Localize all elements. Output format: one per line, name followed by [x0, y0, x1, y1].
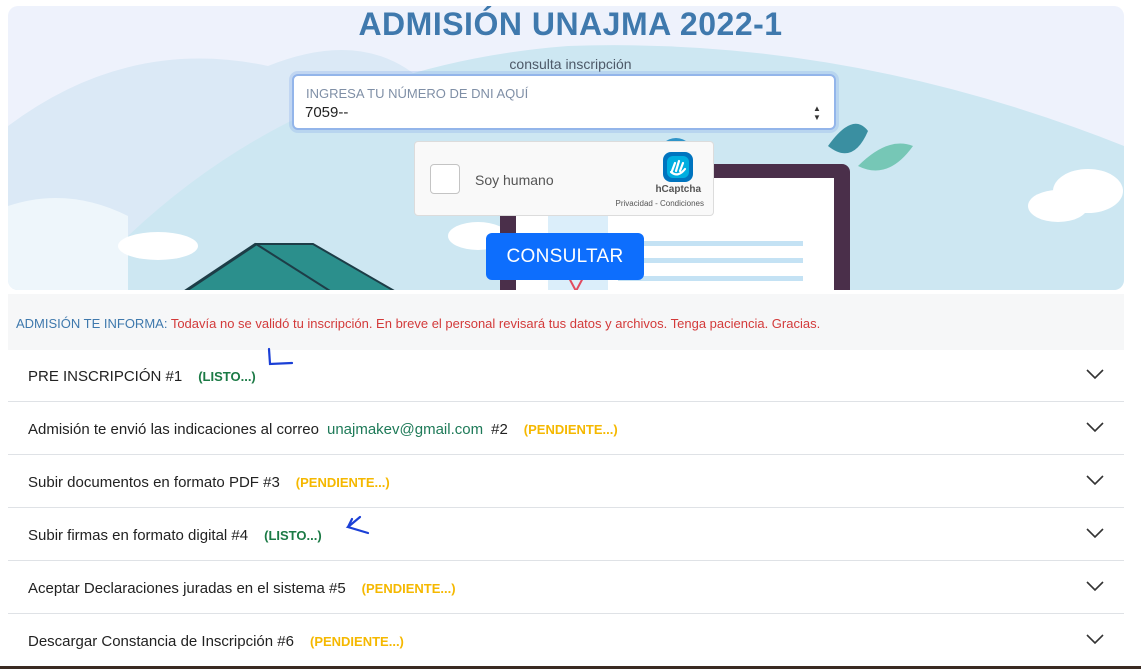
step-label: Descargar Constancia de Inscripción #6 (… [28, 615, 404, 667]
page-title: ADMISIÓN UNAJMA 2022-1 [358, 6, 783, 42]
step-title: Descargar Constancia de Inscripción #6 [28, 632, 294, 650]
chevron-down-icon[interactable] [1086, 368, 1104, 380]
email-link[interactable]: unajmakev@gmail.com [327, 421, 483, 438]
step-item-2[interactable]: Admisión te envió las indicaciones al co… [8, 403, 1124, 455]
step-title: Admisión te envió las indicaciones al co… [28, 420, 319, 438]
captcha-brand: hCaptcha [655, 184, 701, 195]
status-badge: (LISTO...) [264, 527, 322, 543]
step-item-3[interactable]: Subir documentos en formato PDF #3 (PEND… [8, 456, 1124, 508]
arrow-annotation-icon [345, 515, 370, 535]
chevron-down-icon[interactable] [1086, 421, 1104, 433]
captcha-terms-link[interactable]: Condiciones [660, 199, 704, 208]
chevron-down-icon[interactable] [1086, 633, 1104, 645]
info-message: Todavía no se validó tu inscripción. En … [170, 316, 821, 331]
step-item-5[interactable]: Aceptar Declaraciones juradas en el sist… [8, 562, 1124, 614]
captcha-link-separator: - [652, 199, 660, 208]
hcaptcha-logo-icon [663, 152, 693, 182]
chevron-down-icon[interactable] [1086, 580, 1104, 592]
info-bar: ADMISIÓN TE INFORMA: Todavía no se valid… [8, 294, 1124, 350]
dni-field-label: INGRESA TU NÚMERO DE DNI AQUÍ [306, 86, 529, 101]
chevron-down-icon[interactable] [1086, 474, 1104, 486]
status-badge: (LISTO...) [198, 368, 256, 384]
dni-input[interactable] [305, 104, 785, 121]
captcha-label: Soy humano [475, 172, 554, 188]
step-number: #2 [491, 420, 508, 438]
step-item-1[interactable]: PRE INSCRIPCIÓN #1 (LISTO...) [8, 350, 1124, 402]
consultar-button[interactable]: CONSULTAR [486, 233, 644, 280]
step-label: Subir documentos en formato PDF #3 (PEND… [28, 456, 390, 508]
spinner-down-icon[interactable]: ▼ [812, 113, 822, 122]
status-badge: (PENDIENTE...) [295, 474, 390, 490]
captcha-widget: Soy humano hCaptcha Privacidad - Condici… [414, 141, 714, 216]
captcha-links: Privacidad - Condiciones [616, 199, 705, 208]
chevron-down-icon[interactable] [1086, 527, 1104, 539]
step-label: Subir firmas en formato digital #4 (LIST… [28, 509, 322, 561]
spinner-up-icon[interactable]: ▲ [812, 104, 822, 113]
status-badge: (PENDIENTE...) [523, 421, 618, 437]
step-title: PRE INSCRIPCIÓN #1 [28, 367, 183, 385]
step-label: Admisión te envió las indicaciones al co… [28, 403, 618, 455]
captcha-checkbox[interactable] [430, 164, 460, 194]
arrow-annotation-icon [267, 347, 294, 366]
step-title: Subir documentos en formato PDF #3 [28, 473, 280, 491]
step-item-6[interactable]: Descargar Constancia de Inscripción #6 (… [8, 615, 1124, 667]
step-title: Subir firmas en formato digital #4 [28, 526, 249, 544]
page-subtitle: consulta inscripción [509, 56, 632, 72]
info-label: ADMISIÓN TE INFORMA: [16, 316, 168, 331]
step-item-4[interactable]: Subir firmas en formato digital #4 (LIST… [8, 509, 1124, 561]
status-badge: (PENDIENTE...) [361, 580, 456, 596]
step-label: Aceptar Declaraciones juradas en el sist… [28, 562, 456, 614]
info-text: ADMISIÓN TE INFORMA: Todavía no se valid… [16, 316, 820, 331]
step-title: Aceptar Declaraciones juradas en el sist… [28, 579, 346, 597]
number-spinner[interactable]: ▲ ▼ [812, 104, 822, 124]
status-badge: (PENDIENTE...) [309, 633, 404, 649]
dni-field[interactable]: INGRESA TU NÚMERO DE DNI AQUÍ ▲ ▼ [292, 74, 836, 130]
step-label: PRE INSCRIPCIÓN #1 (LISTO...) [28, 350, 256, 402]
captcha-privacy-link[interactable]: Privacidad [616, 199, 653, 208]
